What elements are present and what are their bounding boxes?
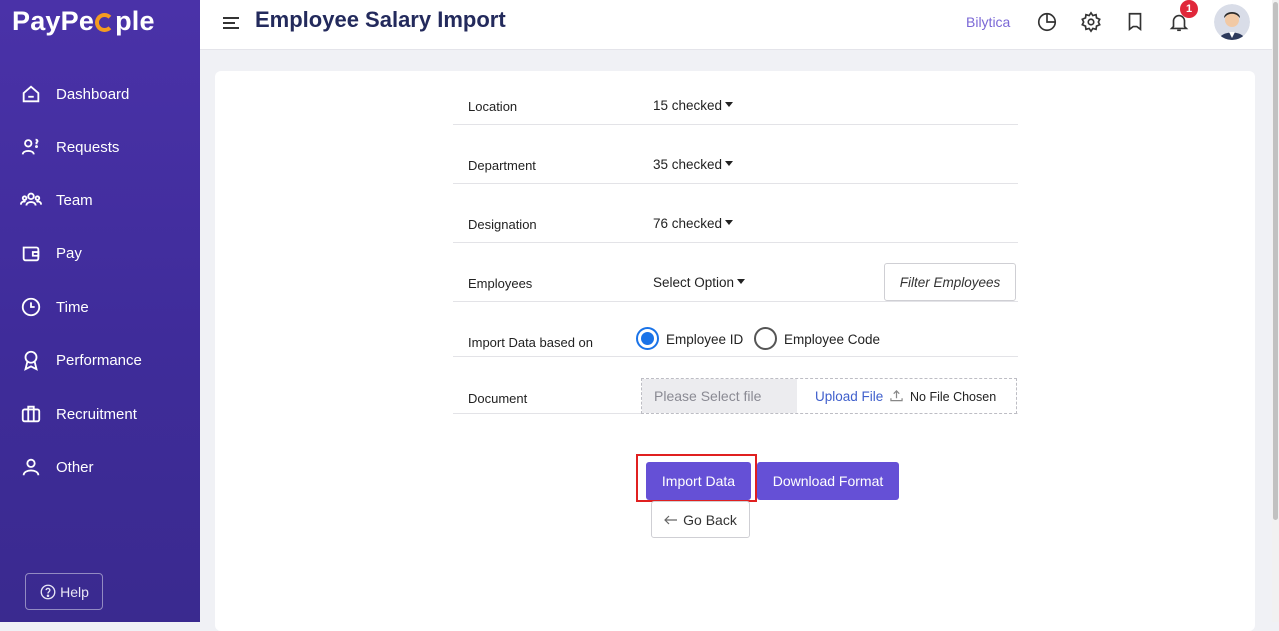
caret-down-icon: [737, 279, 746, 284]
company-name[interactable]: Bilytica: [966, 14, 1010, 30]
download-format-button[interactable]: Download Format: [757, 462, 899, 500]
caret-down-icon: [725, 220, 734, 225]
employees-value: Select Option: [653, 275, 735, 290]
location-row: Location 15 checked: [453, 80, 1018, 125]
arrow-left-icon: [664, 515, 678, 524]
designation-dropdown[interactable]: 76 checked: [653, 216, 734, 231]
award-icon: [24, 350, 38, 371]
wallet-icon: [22, 246, 40, 262]
top-bar: Employee Salary Import Bilytica 1: [200, 0, 1272, 50]
gear-icon[interactable]: [1080, 11, 1102, 33]
scrollbar-thumb[interactable]: [1273, 2, 1278, 520]
file-status: No File Chosen: [910, 390, 997, 404]
sidebar-item-label: Team: [56, 191, 93, 209]
go-back-label: Go Back: [683, 511, 737, 528]
location-value: 15 checked: [653, 98, 723, 113]
user-icon: [22, 458, 40, 476]
paypeople-logo[interactable]: PayPe ple: [12, 6, 155, 37]
sidebar-item-time[interactable]: Time: [20, 292, 89, 322]
sidebar-item-label: Dashboard: [56, 85, 130, 103]
file-placeholder[interactable]: Please Select file: [642, 379, 797, 413]
caret-down-icon: [725, 102, 734, 107]
sidebar: PayPe ple Dashboard Requests Team Pay Tim…: [0, 0, 200, 622]
avatar[interactable]: [1214, 4, 1250, 40]
import-basis-row: Import Data based on: [453, 302, 1018, 357]
logo-ring-icon: [95, 13, 115, 32]
sidebar-item-team[interactable]: Team: [20, 185, 93, 215]
sidebar-item-pay[interactable]: Pay: [20, 238, 82, 268]
request-icon: [21, 138, 39, 155]
home-icon: [22, 85, 40, 103]
designation-label: Designation: [468, 217, 537, 232]
bookmark-icon[interactable]: [1124, 11, 1146, 33]
sidebar-item-label: Pay: [56, 244, 82, 262]
highlight-box: [636, 454, 757, 502]
briefcase-icon: [21, 405, 41, 423]
clock-icon: [21, 297, 41, 317]
hamburger-menu-icon[interactable]: [222, 14, 240, 32]
employee-code-radio[interactable]: [754, 327, 777, 350]
sidebar-item-dashboard[interactable]: Dashboard: [20, 79, 129, 109]
sidebar-item-label: Other: [56, 458, 94, 476]
sidebar-item-requests[interactable]: Requests: [20, 132, 119, 162]
sidebar-item-label: Performance: [56, 351, 142, 369]
department-row: Department 35 checked: [453, 125, 1018, 184]
sidebar-item-performance[interactable]: Performance: [20, 345, 142, 375]
department-dropdown[interactable]: 35 checked: [653, 157, 734, 172]
page-title: Employee Salary Import: [255, 7, 506, 32]
employee-id-radio[interactable]: [636, 327, 659, 350]
designation-value: 76 checked: [653, 216, 723, 231]
filter-employees-button[interactable]: Filter Employees: [884, 263, 1016, 301]
notification-badge: 1: [1180, 0, 1198, 18]
department-value: 35 checked: [653, 157, 723, 172]
file-upload-field[interactable]: Please Select file Upload File No File C…: [641, 378, 1017, 414]
sidebar-item-label: Recruitment: [56, 405, 137, 423]
designation-row: Designation 76 checked: [453, 184, 1018, 243]
document-label: Document: [468, 391, 528, 406]
employee-id-radio-label[interactable]: Employee ID: [666, 332, 743, 347]
sidebar-item-label: Requests: [56, 138, 120, 156]
sidebar-item-recruitment[interactable]: Recruitment: [20, 399, 137, 429]
employee-code-radio-label[interactable]: Employee Code: [784, 332, 880, 347]
location-label: Location: [468, 99, 518, 114]
location-dropdown[interactable]: 15 checked: [653, 98, 734, 113]
analytics-pie-icon[interactable]: [1036, 11, 1058, 33]
question-circle-icon: [40, 584, 56, 599]
avatar-image: [1214, 4, 1250, 40]
upload-file-link[interactable]: Upload File: [815, 389, 883, 404]
employees-label: Employees: [468, 276, 533, 291]
logo-text-end: ple: [115, 6, 155, 36]
sidebar-item-other[interactable]: Other: [20, 452, 94, 482]
team-icon: [20, 192, 42, 206]
department-label: Department: [468, 158, 536, 173]
caret-down-icon: [725, 161, 734, 166]
go-back-button[interactable]: Go Back: [651, 501, 750, 538]
employees-dropdown[interactable]: Select Option: [653, 275, 746, 290]
import-basis-label: Import Data based on: [468, 335, 594, 350]
sidebar-item-label: Time: [56, 298, 89, 316]
upload-icon: [890, 390, 903, 402]
help-label: Help: [60, 583, 89, 600]
help-button[interactable]: Help: [25, 573, 103, 610]
logo-text-start: PayPe: [12, 6, 95, 36]
